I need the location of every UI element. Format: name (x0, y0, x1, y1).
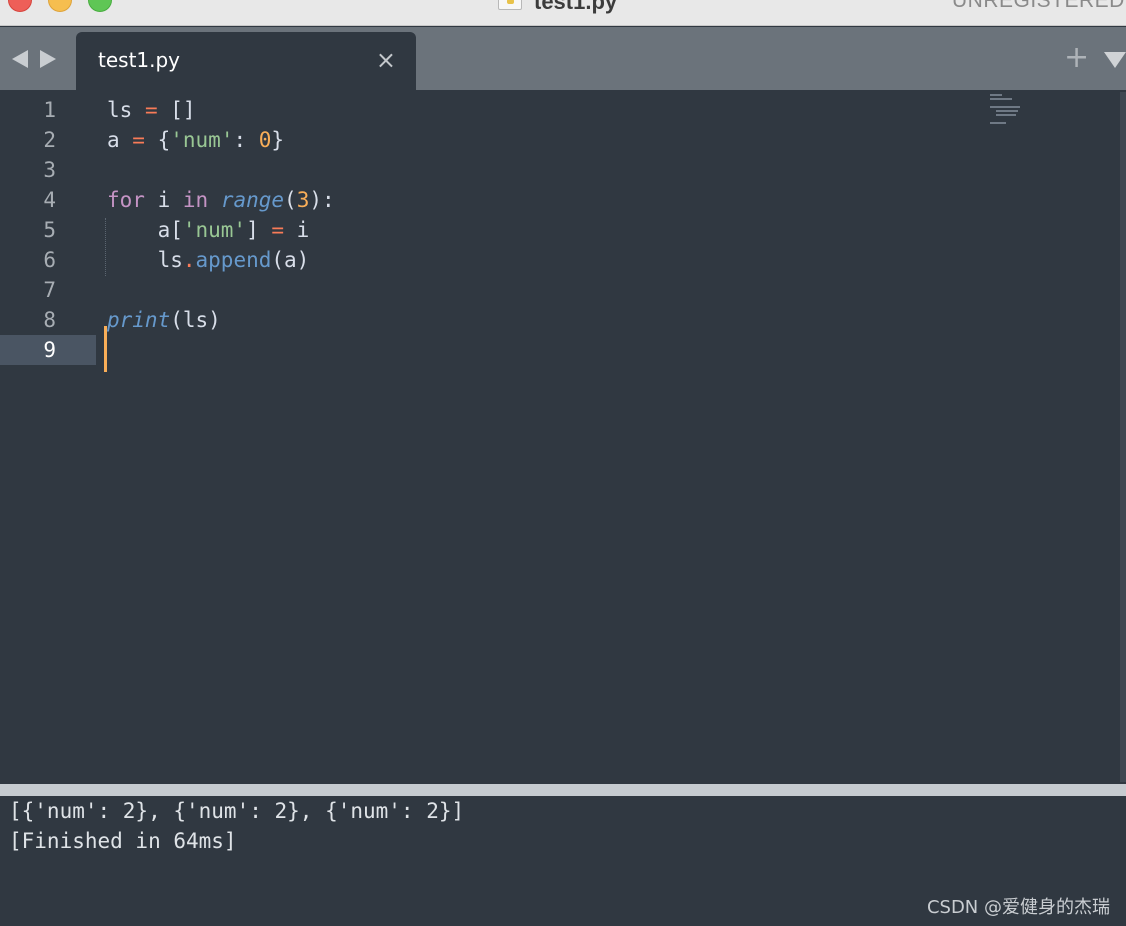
line-number: 1 (43, 98, 56, 122)
code-token: . (182, 248, 196, 272)
code-token: range (220, 188, 285, 212)
code-line[interactable] (107, 275, 335, 305)
code-line[interactable]: for i in range(3): (107, 185, 335, 215)
code-line[interactable] (107, 335, 335, 365)
code-token: (a) (271, 248, 310, 272)
line-number: 7 (43, 278, 56, 302)
output-line: [Finished in 64ms] (9, 829, 237, 853)
code-token: i (144, 188, 183, 212)
line-number-gutter: 1 2 3 4 5 6 7 8 9 (0, 95, 96, 365)
tab-test1-py[interactable]: test1.py × (76, 32, 416, 90)
line-number: 5 (43, 218, 56, 242)
code-token: for (107, 188, 145, 212)
output-line: [{'num': 2}, {'num': 2}, {'num': 2}] (9, 799, 465, 823)
code-editor[interactable]: 123456789 ls = [] a = {'num': 0} for i in … (0, 90, 1126, 784)
window-title: test1.py (534, 0, 618, 14)
code-token: append (195, 248, 272, 272)
code-token: 'num' (182, 218, 247, 242)
code-line[interactable]: a['num'] = i (107, 215, 335, 245)
tab-bar: test1.py × + (0, 27, 1126, 90)
code-token: in (182, 188, 209, 212)
chevron-down-icon[interactable] (1104, 52, 1126, 68)
code-token: ] (246, 218, 272, 242)
code-token: 0 (258, 128, 272, 152)
window-minimize-button[interactable] (48, 0, 72, 12)
line-number: 4 (43, 188, 56, 212)
line-number: 3 (43, 158, 56, 182)
plus-icon[interactable]: + (1064, 40, 1089, 76)
code-token: [] (157, 98, 196, 122)
triangle-right-icon[interactable] (40, 50, 56, 68)
line-number: 8 (43, 308, 56, 332)
triangle-left-icon[interactable] (12, 50, 28, 68)
python-file-icon (498, 0, 522, 10)
code-area[interactable]: ls = [] a = {'num': 0} for i in range(3): … (107, 95, 335, 365)
code-token: 3 (296, 188, 310, 212)
code-token: : (233, 128, 259, 152)
tab-label: test1.py (98, 48, 181, 72)
code-token: 'num' (170, 128, 234, 152)
code-token: ( (284, 188, 297, 212)
close-icon[interactable]: × (376, 46, 396, 74)
code-token: } (271, 128, 285, 152)
watermark: CSDN @爱健身的杰瑞 (926, 897, 1110, 918)
code-token: = (271, 218, 285, 242)
indent-guide (105, 218, 106, 276)
code-token: a[ (107, 218, 183, 242)
build-output-panel: [{'num': 2}, {'num': 2}, {'num': 2}] [Fi… (0, 796, 1126, 926)
code-line[interactable]: ls = [] (107, 95, 335, 125)
code-token: ls (107, 248, 183, 272)
code-token: ls (107, 98, 145, 122)
code-token: = (132, 128, 145, 152)
code-token: = (144, 98, 158, 122)
code-token: (ls) (170, 308, 221, 332)
line-number: 9 (0, 335, 96, 365)
code-line[interactable] (107, 155, 335, 185)
code-line[interactable]: a = {'num': 0} (107, 125, 335, 155)
code-line[interactable]: print(ls) (107, 305, 335, 335)
window-close-button[interactable] (8, 0, 32, 12)
text-caret (104, 326, 107, 372)
code-token: ): (309, 188, 335, 212)
line-number: 6 (43, 248, 56, 272)
vertical-scrollbar[interactable] (1120, 92, 1126, 782)
panel-divider[interactable] (0, 784, 1126, 796)
code-token: i (284, 218, 310, 242)
minimap[interactable] (990, 94, 1030, 134)
line-number: 2 (43, 128, 56, 152)
code-line[interactable]: ls.append(a) (107, 245, 335, 275)
license-status: UNREGISTERED (952, 0, 1125, 12)
window-zoom-button[interactable] (88, 0, 112, 12)
title-bar: test1.py UNREGISTERED (0, 0, 1126, 26)
code-token: a (107, 128, 133, 152)
code-token: print (107, 308, 171, 332)
code-token: { (144, 128, 171, 152)
